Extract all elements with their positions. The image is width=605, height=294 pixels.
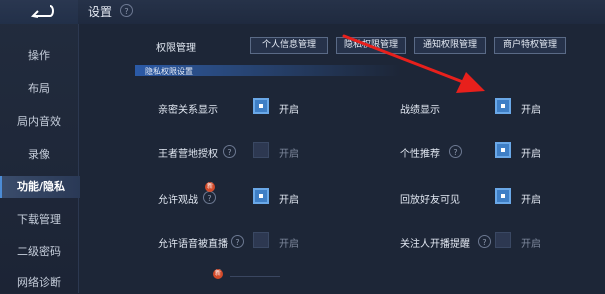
red-arrow-icon — [342, 34, 485, 93]
